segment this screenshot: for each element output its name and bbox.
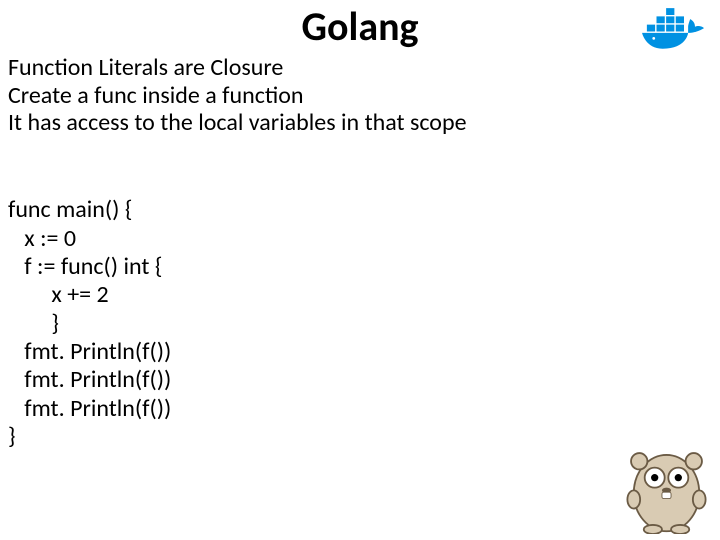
bullet-line: It has access to the local variables in …	[8, 109, 467, 137]
code-line: f := func() int {	[8, 252, 162, 281]
bullet-line: Create a func inside a function	[8, 82, 467, 110]
bullet-line: Function Literals are Closure	[8, 54, 467, 82]
code-line: x += 2	[8, 280, 109, 309]
code-line: }	[8, 422, 16, 451]
docker-whale-icon	[638, 4, 708, 59]
slide-title: Golang	[0, 2, 720, 51]
code-line: func main() {	[8, 195, 132, 224]
code-block: func main() { x := 0 f := func() int { x…	[8, 168, 171, 451]
go-gopher-icon	[619, 434, 714, 534]
code-line: }	[8, 309, 59, 338]
code-line: fmt. Println(f())	[8, 337, 171, 366]
code-line: x := 0	[8, 224, 76, 253]
code-line: fmt. Println(f())	[8, 365, 171, 394]
code-line: fmt. Println(f())	[8, 394, 171, 423]
body-text: Function Literals are Closure Create a f…	[8, 54, 467, 137]
